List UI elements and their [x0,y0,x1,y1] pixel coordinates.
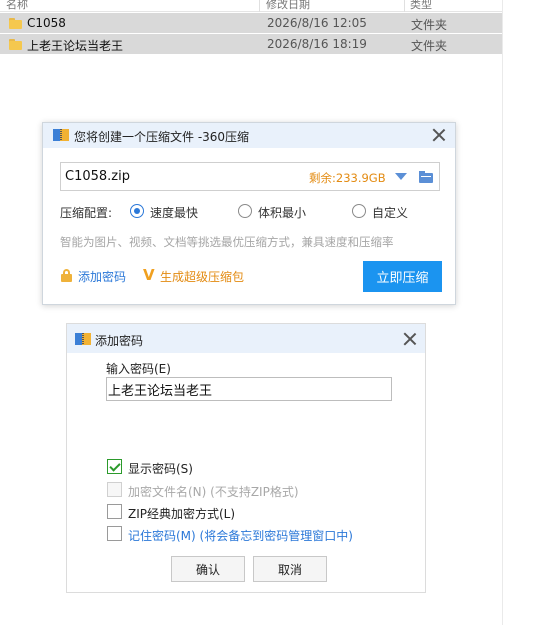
compress-dialog-titlebar[interactable]: 您将创建一个压缩文件 -360压缩 [43,123,455,148]
radio-smallest-label[interactable]: 体积最小 [258,204,306,221]
file-type: 文件夹 [411,18,448,32]
pane-divider [502,0,503,625]
super-archive-label[interactable]: 生成超级压缩包 [160,268,244,285]
file-row[interactable]: 上老王论坛当老王 2026/8/16 18:19 文件夹 [0,34,502,54]
vip-v-icon: V [143,266,155,284]
file-type: 文件夹 [411,39,448,53]
column-header-name[interactable]: 名称 [6,0,28,12]
remember-password-label[interactable]: 记住密码(M) (将会备忘到密码管理窗口中) [128,527,353,544]
password-dialog-titlebar[interactable]: 添加密码 [67,324,425,353]
archive-icon [75,331,91,347]
chevron-down-icon[interactable] [395,173,407,180]
cancel-button[interactable]: 取消 [253,556,327,582]
file-name: C1058 [27,16,66,30]
zip-classic-encryption-label[interactable]: ZIP经典加密方式(L) [128,505,235,522]
close-icon[interactable] [432,128,446,142]
close-icon[interactable] [403,332,417,346]
radio-fastest[interactable] [130,204,144,218]
encrypt-filenames-label: 加密文件名(N) (不支持ZIP格式) [128,485,299,499]
add-password-label[interactable]: 添加密码 [78,268,126,285]
archive-path-field[interactable]: C1058.zip 剩余:233.9GB [60,162,440,191]
password-field-label: 输入密码(E) [106,362,171,376]
free-space-label: 剩余:233.9GB [309,171,386,185]
folder-browse-icon[interactable] [419,171,433,183]
radio-smallest[interactable] [238,204,252,218]
radio-fastest-label[interactable]: 速度最快 [150,204,198,221]
compress-now-button[interactable]: 立即压缩 [363,261,442,292]
password-input[interactable]: 上老王论坛当老王 [106,377,392,401]
archive-filename[interactable]: C1058.zip [65,169,130,184]
encrypt-filenames-checkbox [107,482,122,497]
show-password-label[interactable]: 显示密码(S) [128,460,193,477]
compress-dialog: 您将创建一个压缩文件 -360压缩 C1058.zip 剩余:233.9GB 压… [42,122,456,305]
folder-icon [9,39,22,50]
password-dialog: 添加密码 输入密码(E) 上老王论坛当老王 显示密码(S) 加密文件名(N) (… [66,323,426,593]
file-date: 2026/8/16 12:05 [267,16,367,30]
file-name: 上老王论坛当老王 [27,39,124,53]
folder-icon [9,18,22,29]
column-divider[interactable] [404,0,405,12]
column-divider[interactable] [259,0,260,12]
file-list: 名称 修改日期 类型 C1058 2026/8/16 12:05 文件夹 上老王… [0,0,502,54]
compression-hint: 智能为图片、视频、文档等挑选最优压缩方式，兼具速度和压缩率 [60,235,394,249]
file-row[interactable]: C1058 2026/8/16 12:05 文件夹 [0,13,502,33]
remember-password-checkbox[interactable] [107,526,122,541]
column-header-date[interactable]: 修改日期 [266,0,310,12]
radio-custom-label[interactable]: 自定义 [372,204,408,221]
zip-classic-encryption-checkbox[interactable] [107,504,122,519]
password-dialog-title: 添加密码 [95,334,144,348]
column-header-type[interactable]: 类型 [410,0,432,12]
file-date: 2026/8/16 18:19 [267,37,367,51]
radio-custom[interactable] [352,204,366,218]
column-header-row: 名称 修改日期 类型 [0,0,502,12]
show-password-checkbox[interactable] [107,459,122,474]
archive-icon [53,127,69,143]
lock-icon [60,269,73,282]
compression-config-label: 压缩配置: [60,206,113,220]
ok-button[interactable]: 确认 [171,556,245,582]
compress-dialog-title: 您将创建一个压缩文件 -360压缩 [74,130,250,144]
